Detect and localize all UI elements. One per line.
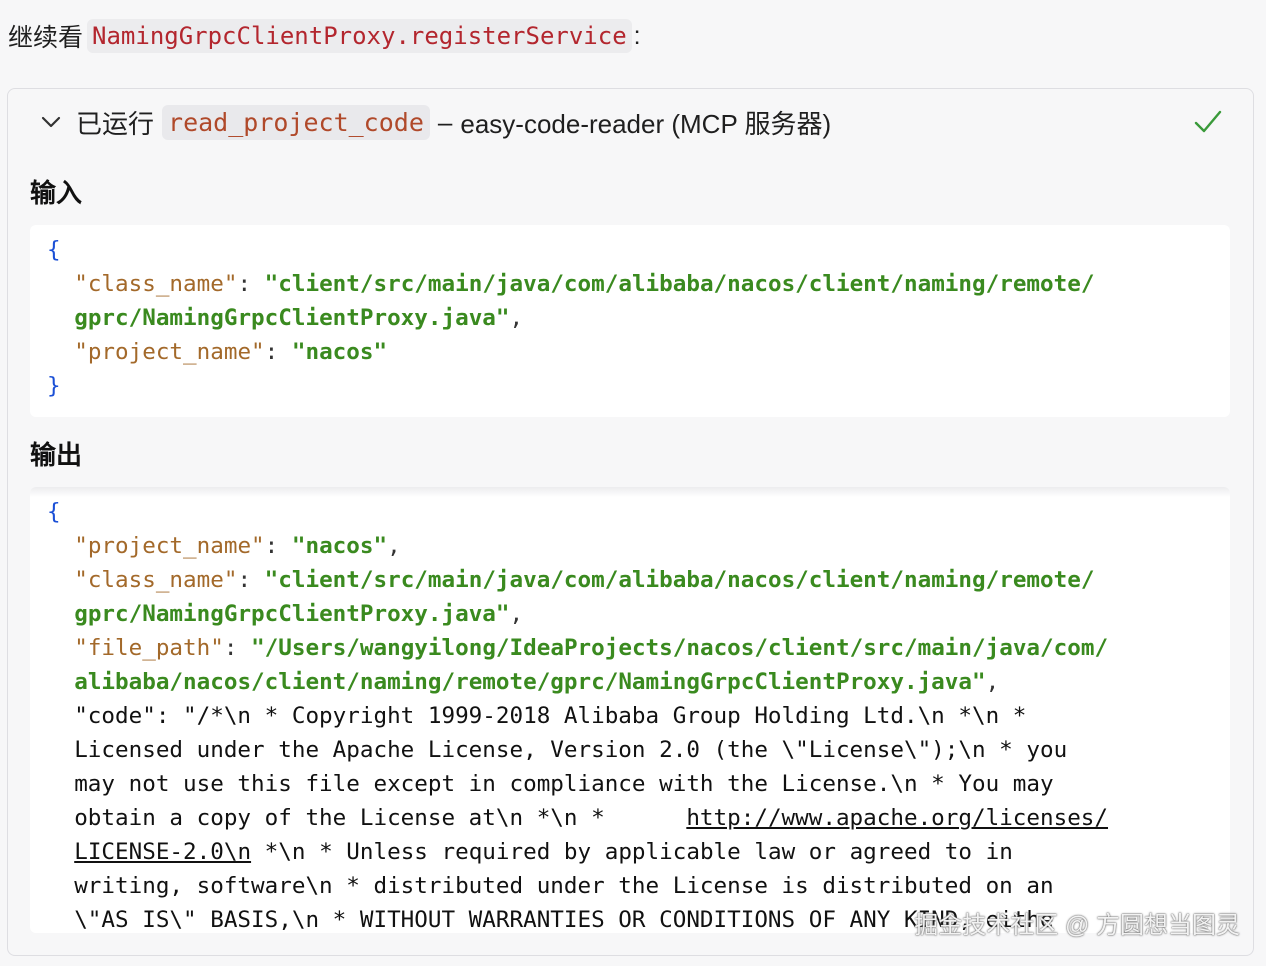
output-code-line: obtain a copy of the License at\n *\n * … — [47, 801, 1190, 835]
output-code-line: may not use this file except in complian… — [47, 767, 1190, 801]
output-code-line: Licensed under the Apache License, Versi… — [47, 733, 1190, 767]
code-token: gprc/NamingGrpcClientProxy.java" — [74, 601, 510, 627]
input-code-line: "class_name": "client/src/main/java/com/… — [47, 267, 1190, 301]
code-token: : — [264, 339, 292, 365]
output-code-lines: { "project_name": "nacos", "class_name":… — [47, 495, 1190, 933]
input-code-line: "project_name": "nacos" — [47, 335, 1190, 369]
code-token: writing, software\n * distributed under … — [47, 873, 1054, 899]
tool-call-summary: 已运行 read_project_code – easy-code-reader… — [76, 101, 831, 143]
code-token: *\n * Unless required by applicable law … — [251, 839, 1013, 865]
code-token: obtain a copy of the License at\n *\n * — [47, 805, 687, 831]
checkmark-icon — [1194, 110, 1222, 133]
output-code-line: "file_path": "/Users/wangyilong/IdeaProj… — [47, 631, 1190, 665]
code-token: "class_name" — [74, 567, 238, 593]
code-token: gprc/NamingGrpcClientProxy.java" — [74, 305, 510, 331]
code-token: : — [237, 271, 265, 297]
code-token: , — [387, 533, 401, 559]
code-token: } — [47, 373, 61, 399]
server-label: easy-code-reader (MCP 服务器) — [460, 108, 832, 139]
code-token: { — [47, 237, 61, 263]
output-code-line: LICENSE-2.0\n *\n * Unless required by a… — [47, 835, 1190, 869]
code-token[interactable]: LICENSE-2.0\n — [74, 839, 251, 865]
code-token: "/Users/wangyilong/IdeaProjects/nacos/cl… — [251, 635, 1109, 661]
tool-call-header[interactable]: 已运行 read_project_code – easy-code-reader… — [8, 89, 1253, 155]
separator: – — [437, 106, 453, 137]
output-code-line: "project_name": "nacos", — [47, 529, 1190, 563]
code-token: : — [223, 635, 252, 661]
code-token: "nacos" — [291, 533, 388, 559]
code-token: "client/src/main/java/com/alibaba/nacos/… — [264, 567, 1095, 593]
input-code-line: { — [47, 233, 1190, 267]
code-token: , — [509, 305, 524, 331]
output-code-line: writing, software\n * distributed under … — [47, 869, 1190, 903]
code-token: : — [264, 533, 292, 559]
intro-line: 继续看 NamingGrpcClientProxy.registerServic… — [8, 14, 641, 58]
output-code-line: "code": "/*\n * Copyright 1999-2018 Alib… — [47, 699, 1190, 733]
code-token: "code": "/*\n * Copyright 1999-2018 Alib… — [47, 703, 1027, 729]
status-label: 已运行 — [76, 108, 155, 139]
code-token[interactable]: http://www.apache.org/licenses/ — [686, 805, 1108, 831]
output-code-line: { — [47, 495, 1190, 529]
intro-prefix: 继续看 — [8, 24, 84, 52]
code-token: "nacos" — [291, 339, 388, 365]
input-code-line: } — [47, 369, 1190, 403]
output-code-block[interactable]: { "project_name": "nacos", "class_name":… — [30, 487, 1230, 933]
input-code-lines: { "class_name": "client/src/main/java/co… — [47, 233, 1190, 403]
intro-suffix: : — [633, 21, 641, 50]
code-token: "project_name" — [74, 339, 265, 365]
code-token: \"AS IS\" BASIS,\n * WITHOUT WARRANTIES … — [47, 907, 1054, 933]
code-token: alibaba/nacos/client/naming/remote/gprc/… — [74, 669, 986, 695]
tool-call-panel: 已运行 read_project_code – easy-code-reader… — [7, 88, 1254, 956]
code-token: Licensed under the Apache License, Versi… — [47, 737, 1068, 763]
code-token: , — [985, 669, 1000, 695]
watermark: 掘金技术社区 @ 方圆想当图灵 — [914, 912, 1240, 939]
output-code-line: "class_name": "client/src/main/java/com/… — [47, 563, 1190, 597]
code-token: "project_name" — [74, 533, 265, 559]
code-token: { — [47, 499, 61, 525]
output-code-line: alibaba/nacos/client/naming/remote/gprc/… — [47, 665, 1190, 699]
code-token: "class_name" — [74, 271, 238, 297]
intro-inline-code: NamingGrpcClientProxy.registerService — [87, 19, 632, 53]
chevron-down-icon[interactable] — [40, 111, 62, 133]
tool-name: read_project_code — [162, 104, 430, 140]
code-token: "client/src/main/java/com/alibaba/nacos/… — [264, 271, 1095, 297]
code-token: : — [237, 567, 265, 593]
code-token: , — [509, 601, 524, 627]
code-token: may not use this file except in complian… — [47, 771, 1054, 797]
input-code-block: { "class_name": "client/src/main/java/co… — [30, 225, 1230, 417]
output-code-line: gprc/NamingGrpcClientProxy.java", — [47, 597, 1190, 631]
output-title: 输出 — [30, 440, 83, 470]
input-title: 输入 — [30, 178, 83, 208]
input-code-line: gprc/NamingGrpcClientProxy.java", — [47, 301, 1190, 335]
code-token: "file_path" — [74, 635, 224, 661]
